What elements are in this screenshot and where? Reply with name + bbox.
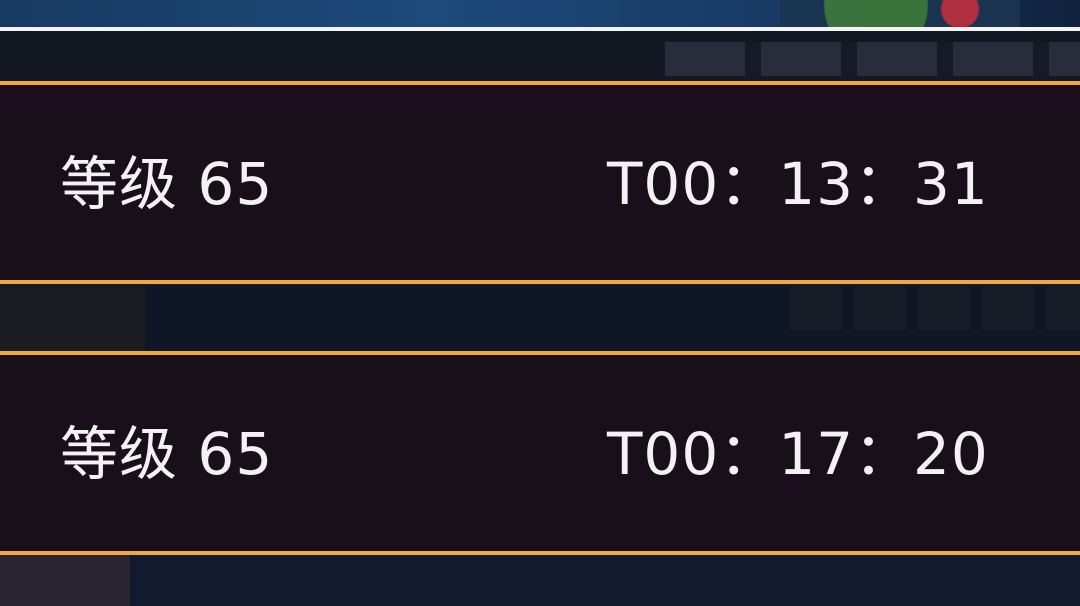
record-row[interactable]: 等级 65 T00：17：20 (0, 351, 1080, 555)
background-tiles (665, 42, 1080, 76)
background-artwork (780, 0, 1020, 30)
background-bottom (0, 555, 1080, 606)
level-label: 等级 65 (60, 420, 274, 488)
time-label: T00：17：20 (607, 420, 989, 488)
level-label: 等级 65 (60, 150, 274, 218)
background-gap-left (0, 285, 145, 351)
record-row[interactable]: 等级 65 T00：13：31 (0, 81, 1080, 284)
background-bottom-left (0, 555, 130, 606)
time-label: T00：13：31 (607, 150, 989, 218)
